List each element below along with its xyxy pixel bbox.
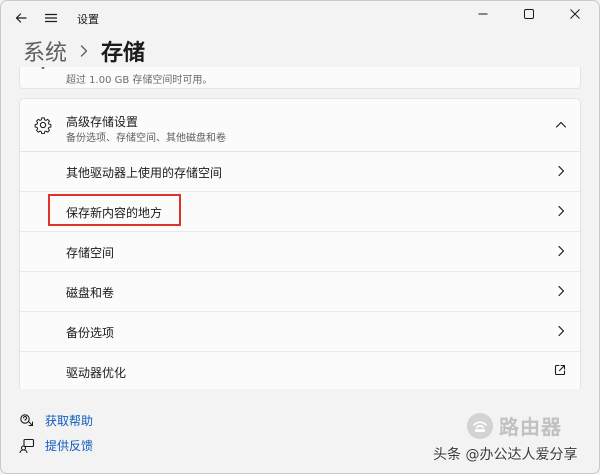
settings-window: 设置 系统 存储 • 超过 1.00 GB 存储空间时可用。 高级存储设置 备份… xyxy=(0,0,600,474)
chevron-right-icon xyxy=(80,45,88,57)
advanced-storage-settings-title: 高级存储设置 xyxy=(66,115,139,129)
router-logo-icon xyxy=(467,412,493,439)
navigation-menu-button[interactable] xyxy=(37,4,65,32)
minimize-icon xyxy=(478,13,488,15)
gear-icon xyxy=(34,117,52,134)
row-where-new-content-is-saved[interactable]: 保存新内容的地方 xyxy=(20,192,580,232)
advanced-storage-settings-group: 高级存储设置 备份选项、存储空间、其他磁盘和卷 其他驱动器上使用的存储空间 保存… xyxy=(19,98,581,389)
advanced-storage-settings-subtitle: 备份选项、存储空间、其他磁盘和卷 xyxy=(66,133,226,144)
title-bar: 设置 xyxy=(1,1,599,35)
chevron-right-icon xyxy=(558,285,565,297)
arrow-left-icon xyxy=(15,13,27,23)
feedback-icon xyxy=(19,438,35,454)
give-feedback-link[interactable]: 提供反馈 xyxy=(19,437,93,454)
watermark-logo: 路由器 xyxy=(467,411,562,440)
row-label: 驱动器优化 xyxy=(66,366,127,380)
app-title: 设置 xyxy=(77,13,99,26)
row-drive-optimization[interactable]: 驱动器优化 xyxy=(20,352,580,389)
row-storage-used-on-other-drives[interactable]: 其他驱动器上使用的存储空间 xyxy=(20,152,580,192)
minimize-button[interactable] xyxy=(460,1,506,27)
close-button[interactable] xyxy=(552,1,598,27)
chevron-up-icon xyxy=(555,121,567,128)
close-icon xyxy=(570,9,580,19)
watermark-logo-text: 路由器 xyxy=(499,415,562,439)
chevron-right-icon xyxy=(558,205,565,217)
give-feedback-label: 提供反馈 xyxy=(45,439,94,453)
watermark: 路由器 头条 @办公达人爱分享 xyxy=(433,409,599,473)
dot-icon: • xyxy=(40,67,46,74)
storage-option-card[interactable]: • 超过 1.00 GB 存储空间时可用。 xyxy=(19,67,581,89)
maximize-button[interactable] xyxy=(506,1,552,27)
row-label: 磁盘和卷 xyxy=(66,286,115,300)
watermark-caption: 头条 @办公达人爱分享 xyxy=(433,447,578,463)
settings-content[interactable]: • 超过 1.00 GB 存储空间时可用。 高级存储设置 备份选项、存储空间、其… xyxy=(19,67,581,389)
advanced-storage-settings-header[interactable]: 高级存储设置 备份选项、存储空间、其他磁盘和卷 xyxy=(20,99,580,152)
breadcrumb-system-link[interactable]: 系统 xyxy=(23,35,67,67)
get-help-label: 获取帮助 xyxy=(45,414,94,428)
storage-option-description: 超过 1.00 GB 存储空间时可用。 xyxy=(66,75,213,86)
breadcrumb: 系统 存储 xyxy=(23,34,145,68)
help-icon xyxy=(19,413,35,429)
chevron-right-icon xyxy=(558,165,565,177)
hamburger-icon xyxy=(44,13,58,23)
breadcrumb-separator xyxy=(79,44,89,58)
row-disks-and-volumes[interactable]: 磁盘和卷 xyxy=(20,272,580,312)
maximize-icon xyxy=(524,9,534,19)
row-storage-spaces[interactable]: 存储空间 xyxy=(20,232,580,272)
chevron-right-icon xyxy=(558,325,565,337)
get-help-link[interactable]: 获取帮助 xyxy=(19,412,93,429)
row-label: 备份选项 xyxy=(66,326,115,340)
row-label: 存储空间 xyxy=(66,246,115,260)
chevron-right-icon xyxy=(558,245,565,257)
back-button[interactable] xyxy=(7,4,35,32)
external-link-icon xyxy=(554,364,566,376)
row-label: 其他驱动器上使用的存储空间 xyxy=(66,166,223,180)
page-title: 存储 xyxy=(101,41,146,66)
row-backup-options[interactable]: 备份选项 xyxy=(20,312,580,352)
row-label: 保存新内容的地方 xyxy=(66,206,163,220)
